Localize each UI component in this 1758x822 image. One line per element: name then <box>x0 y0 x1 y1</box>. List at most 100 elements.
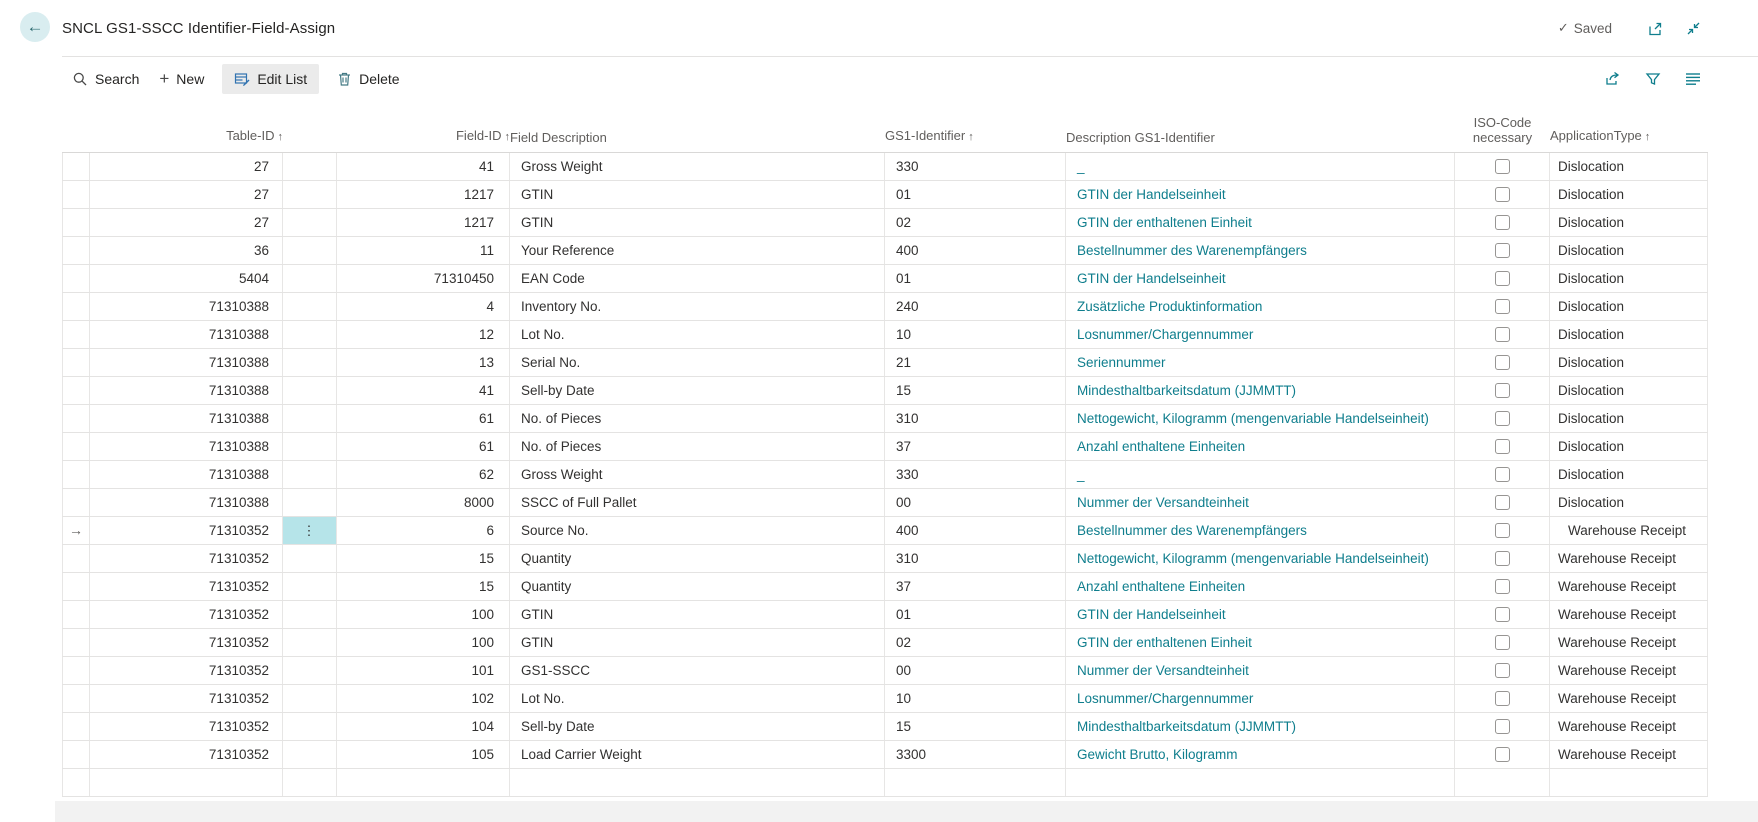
gs1-description-link[interactable]: Bestellnummer des Warenempfängers <box>1077 523 1307 538</box>
cell-application-type[interactable]: Warehouse Receipt <box>1550 601 1708 628</box>
gs1-description-link[interactable]: GTIN der Handelseinheit <box>1077 187 1226 202</box>
share-icon[interactable] <box>1604 70 1622 88</box>
row-options-cell[interactable] <box>283 769 337 796</box>
gs1-description-link[interactable]: GTIN der enthaltenen Einheit <box>1077 635 1252 650</box>
cell-field-description[interactable]: Gross Weight <box>510 461 885 488</box>
cell-field-description[interactable]: No. of Pieces <box>510 433 885 460</box>
row-options-cell[interactable]: ⋮ <box>283 573 337 600</box>
filter-icon[interactable] <box>1644 70 1662 88</box>
cell-table-id[interactable]: 71310352 <box>90 685 283 712</box>
cell-gs1-description[interactable]: Mindesthaltbarkeitsdatum (JJMMTT) <box>1066 713 1455 740</box>
row-options-cell[interactable]: ⋮ <box>283 293 337 320</box>
column-header-table_id[interactable]: Table-ID↑ <box>90 100 283 152</box>
column-header-application_type[interactable]: ApplicationType↑ <box>1550 100 1708 152</box>
cell-field-description[interactable]: Inventory No. <box>510 293 885 320</box>
gs1-description-link[interactable]: Gewicht Brutto, Kilogramm <box>1077 747 1238 762</box>
cell-table-id[interactable]: 71310352 <box>90 741 283 768</box>
row-options-cell[interactable]: ⋮ <box>283 377 337 404</box>
cell-application-type[interactable]: Dislocation <box>1550 209 1708 236</box>
table-row[interactable]: → 27 ⋮ 1217 GTIN 01 GTIN der Handelseinh… <box>62 181 1708 209</box>
cell-gs1-identifier[interactable]: 310 <box>885 545 1066 572</box>
gs1-description-link[interactable]: Losnummer/Chargennummer <box>1077 327 1253 342</box>
cell-gs1-identifier[interactable]: 00 <box>885 489 1066 516</box>
cell-gs1-identifier[interactable]: 10 <box>885 321 1066 348</box>
iso-code-checkbox[interactable] <box>1495 411 1510 426</box>
cell-field-description[interactable]: Sell-by Date <box>510 377 885 404</box>
cell-gs1-identifier[interactable]: 37 <box>885 433 1066 460</box>
iso-code-checkbox[interactable] <box>1495 299 1510 314</box>
cell-field-id[interactable]: 102 <box>337 685 510 712</box>
cell-gs1-description[interactable]: _ <box>1066 153 1455 180</box>
cell-gs1-description[interactable]: Anzahl enthaltene Einheiten <box>1066 433 1455 460</box>
table-row[interactable]: → 71310388 ⋮ 62 Gross Weight 330 _ Dislo… <box>62 461 1708 489</box>
gs1-description-link[interactable]: _ <box>1077 467 1085 482</box>
cell-field-id[interactable]: 6 <box>337 517 510 544</box>
cell-gs1-identifier[interactable]: 330 <box>885 461 1066 488</box>
cell-application-type[interactable]: Warehouse Receipt <box>1550 517 1708 544</box>
cell-field-id[interactable]: 100 <box>337 629 510 656</box>
open-in-window-icon[interactable] <box>1646 19 1664 37</box>
cell-application-type[interactable]: Warehouse Receipt <box>1550 657 1708 684</box>
cell-table-id[interactable]: 5404 <box>90 265 283 292</box>
cell-field-description[interactable]: Sell-by Date <box>510 713 885 740</box>
cell-gs1-identifier[interactable]: 3300 <box>885 741 1066 768</box>
cell-gs1-description[interactable]: Seriennummer <box>1066 349 1455 376</box>
table-row[interactable]: → 71310352 ⋮ 100 GTIN 01 GTIN der Handel… <box>62 601 1708 629</box>
cell-gs1-description[interactable]: Nummer der Versandteinheit <box>1066 489 1455 516</box>
iso-code-checkbox[interactable] <box>1495 355 1510 370</box>
row-options-cell[interactable]: ⋮ <box>283 237 337 264</box>
gs1-description-link[interactable]: Mindesthaltbarkeitsdatum (JJMMTT) <box>1077 719 1296 734</box>
row-options-cell[interactable]: ⋮ <box>283 629 337 656</box>
cell-field-id[interactable]: 41 <box>337 153 510 180</box>
cell-application-type[interactable] <box>1550 769 1708 796</box>
cell-field-description[interactable]: GTIN <box>510 629 885 656</box>
cell-gs1-description[interactable]: Anzahl enthaltene Einheiten <box>1066 573 1455 600</box>
iso-code-checkbox[interactable] <box>1495 635 1510 650</box>
iso-code-checkbox[interactable] <box>1495 691 1510 706</box>
row-options-cell[interactable]: ⋮ <box>283 405 337 432</box>
cell-gs1-identifier[interactable]: 02 <box>885 209 1066 236</box>
cell-table-id[interactable]: 71310388 <box>90 405 283 432</box>
row-context-menu-icon[interactable]: ⋮ <box>303 523 317 538</box>
cell-gs1-description[interactable]: Nettogewicht, Kilogramm (mengenvariable … <box>1066 405 1455 432</box>
gs1-description-link[interactable]: GTIN der enthaltenen Einheit <box>1077 215 1252 230</box>
cell-field-description[interactable]: No. of Pieces <box>510 405 885 432</box>
table-row[interactable]: → 71310388 ⋮ 41 Sell-by Date 15 Mindesth… <box>62 377 1708 405</box>
cell-field-id[interactable]: 41 <box>337 377 510 404</box>
cell-application-type[interactable]: Warehouse Receipt <box>1550 629 1708 656</box>
cell-application-type[interactable]: Dislocation <box>1550 349 1708 376</box>
gs1-description-link[interactable]: _ <box>1077 159 1085 174</box>
iso-code-checkbox[interactable] <box>1495 551 1510 566</box>
cell-field-description[interactable]: GTIN <box>510 601 885 628</box>
cell-field-description[interactable]: GS1-SSCC <box>510 657 885 684</box>
table-row[interactable]: → 71310352 ⋮ 101 GS1-SSCC 00 Nummer der … <box>62 657 1708 685</box>
table-row[interactable]: → 71310352 ⋮ 102 Lot No. 10 Losnummer/Ch… <box>62 685 1708 713</box>
row-options-cell[interactable]: ⋮ <box>283 265 337 292</box>
cell-field-description[interactable]: Lot No. <box>510 321 885 348</box>
cell-field-id[interactable]: 15 <box>337 573 510 600</box>
table-row[interactable]: → 71310352 ⋮ 105 Load Carrier Weight 330… <box>62 741 1708 769</box>
iso-code-checkbox[interactable] <box>1495 159 1510 174</box>
cell-application-type[interactable]: Dislocation <box>1550 433 1708 460</box>
cell-gs1-description[interactable]: Losnummer/Chargennummer <box>1066 685 1455 712</box>
row-options-cell[interactable]: ⋮ <box>283 517 337 544</box>
cell-gs1-description[interactable]: Gewicht Brutto, Kilogramm <box>1066 741 1455 768</box>
cell-gs1-description[interactable]: Mindesthaltbarkeitsdatum (JJMMTT) <box>1066 377 1455 404</box>
cell-table-id[interactable]: 36 <box>90 237 283 264</box>
cell-application-type[interactable]: Warehouse Receipt <box>1550 545 1708 572</box>
cell-table-id[interactable] <box>90 769 283 796</box>
cell-gs1-description[interactable]: Nettogewicht, Kilogramm (mengenvariable … <box>1066 545 1455 572</box>
cell-field-id[interactable]: 101 <box>337 657 510 684</box>
back-button[interactable]: ← <box>20 12 50 42</box>
cell-gs1-identifier[interactable]: 400 <box>885 237 1066 264</box>
cell-application-type[interactable]: Dislocation <box>1550 265 1708 292</box>
iso-code-checkbox[interactable] <box>1495 747 1510 762</box>
cell-field-id[interactable]: 15 <box>337 545 510 572</box>
cell-table-id[interactable]: 71310352 <box>90 517 283 544</box>
column-header-field_id[interactable]: Field-ID↑ <box>337 100 510 152</box>
cell-table-id[interactable]: 71310388 <box>90 461 283 488</box>
cell-gs1-description[interactable]: GTIN der Handelseinheit <box>1066 265 1455 292</box>
iso-code-checkbox[interactable] <box>1495 663 1510 678</box>
cell-field-description[interactable]: GTIN <box>510 209 885 236</box>
cell-application-type[interactable]: Dislocation <box>1550 461 1708 488</box>
